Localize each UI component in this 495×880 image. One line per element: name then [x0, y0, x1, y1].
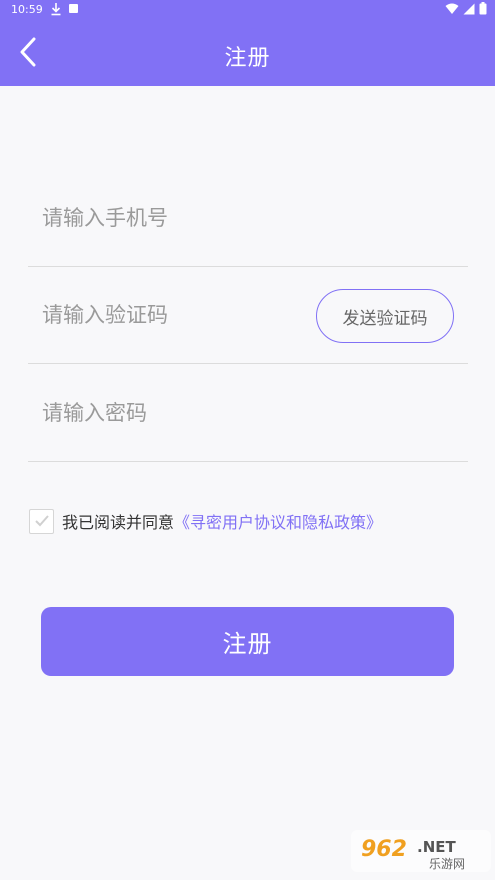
verification-code-input[interactable]	[42, 293, 302, 337]
agreement-checkbox[interactable]	[29, 508, 54, 534]
wifi-icon	[445, 3, 459, 14]
svg-text:.NET: .NET	[417, 838, 456, 856]
signal-icon	[463, 3, 475, 14]
agreement-row: 我已阅读并同意 《寻密用户协议和隐私政策》	[29, 508, 382, 534]
phone-field	[28, 170, 468, 267]
svg-text:962: 962	[361, 837, 407, 862]
status-icons	[445, 2, 487, 15]
check-icon	[34, 515, 49, 527]
agreement-text: 我已阅读并同意	[62, 513, 175, 532]
page-title: 注册	[224, 46, 271, 71]
nav-bar: 注册	[0, 20, 495, 86]
status-time: 10:59	[11, 3, 43, 16]
header: 10:59 注册	[0, 0, 495, 86]
notification-icon	[69, 4, 78, 13]
download-icon	[51, 3, 61, 16]
svg-text:乐游网: 乐游网	[429, 857, 465, 871]
battery-icon	[479, 2, 487, 15]
password-field	[28, 365, 468, 462]
register-button[interactable]: 注册	[41, 607, 454, 676]
status-bar: 10:59	[0, 0, 495, 20]
user-agreement-link[interactable]: 《寻密用户协议和隐私政策》	[174, 509, 382, 533]
watermark-logo: 962 .NET 乐游网	[351, 830, 491, 872]
code-field: 发送验证码	[28, 267, 468, 364]
send-code-button[interactable]: 发送验证码	[316, 289, 454, 343]
phone-input[interactable]	[42, 196, 302, 240]
password-input[interactable]	[42, 391, 302, 435]
